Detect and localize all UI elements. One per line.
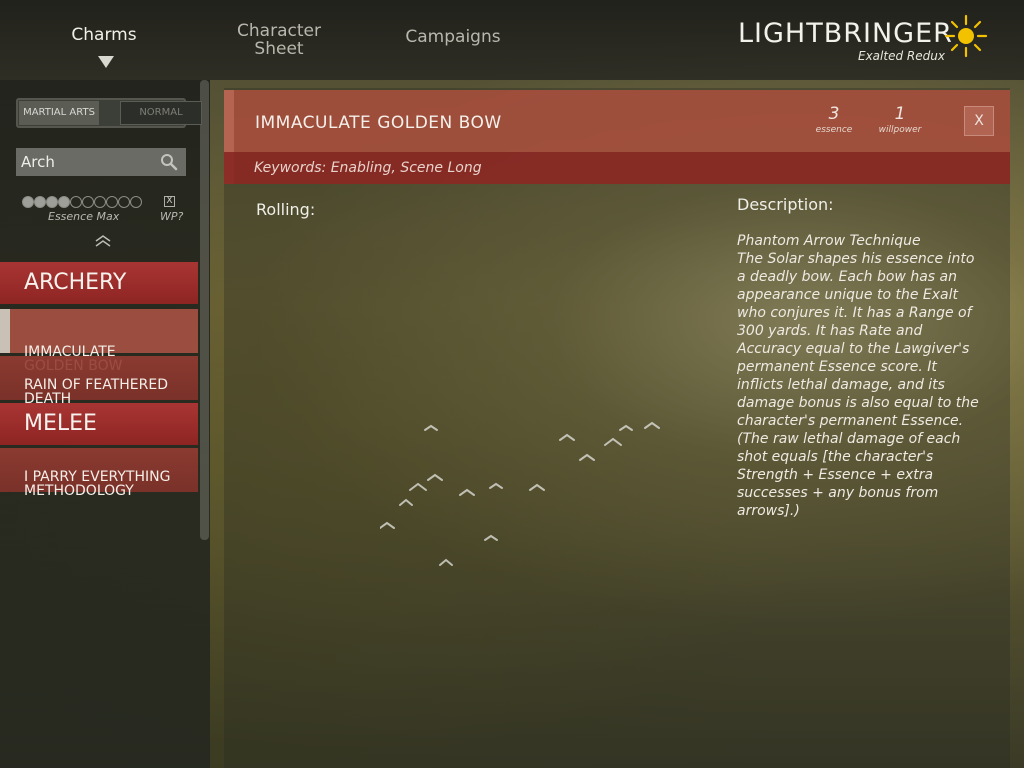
selected-marker [0,309,10,353]
app-logo-title: LIGHTBRINGER [738,18,953,49]
essence-dot[interactable] [82,196,94,208]
charm-type-toggle: MARTIAL ARTS NORMAL [16,98,202,128]
wp-checkbox[interactable]: X [164,196,175,207]
description-label: Description: [737,195,834,214]
essence-dot[interactable] [22,196,34,208]
essence-cost-value: 3 [828,104,840,124]
charm-item-rain-of-feathered-death[interactable]: RAIN OF FEATHERED DEATH [0,356,198,406]
essence-dot[interactable] [70,196,82,208]
normal-toggle-button[interactable]: NORMAL [120,101,202,125]
sidebar-scrollbar[interactable] [200,80,209,540]
category-archery[interactable]: ARCHERY [0,262,198,304]
search-icon[interactable] [160,153,178,171]
charm-item-immaculate-golden-bow[interactable]: IMMACULATE GOLDEN BOW [0,309,198,373]
willpower-cost-label: willpower [878,125,922,135]
charm-keywords: Keywords: Enabling, Scene Long [254,160,482,176]
essence-dot[interactable] [118,196,130,208]
chevron-up-double-icon[interactable] [93,234,113,248]
willpower-cost-value: 1 [894,104,906,124]
charm-item-i-parry-everything-methodology[interactable]: I PARRY EVERYTHING METHODOLOGY [0,448,198,498]
tab-character-sheet[interactable]: Character Sheet [222,22,336,58]
essence-dot[interactable] [58,196,70,208]
essence-dot[interactable] [130,196,142,208]
tab-campaigns[interactable]: Campaigns [398,28,508,46]
category-melee[interactable]: MELEE [0,403,198,445]
charm-title: IMMACULATE GOLDEN BOW [255,113,502,133]
background-birds-image [380,421,660,566]
essence-dot[interactable] [34,196,46,208]
sun-icon [944,14,988,58]
essence-cost-label: essence [815,125,853,135]
rolling-label: Rolling: [256,200,316,219]
essence-dot[interactable] [106,196,118,208]
wp-checkbox-label: WP? [160,210,184,223]
martial-arts-toggle-button[interactable]: MARTIAL ARTS [19,101,99,125]
essence-dot[interactable] [46,196,58,208]
essence-dot[interactable] [94,196,106,208]
essence-max-label: Essence Max [48,210,120,223]
charm-description: Phantom Arrow Technique The Solar shapes… [737,233,979,519]
app-logo-subtitle: Exalted Redux [858,49,945,63]
active-tab-caret-icon [98,56,114,68]
close-button[interactable]: X [964,106,994,136]
tab-charms[interactable]: Charms [50,26,158,44]
